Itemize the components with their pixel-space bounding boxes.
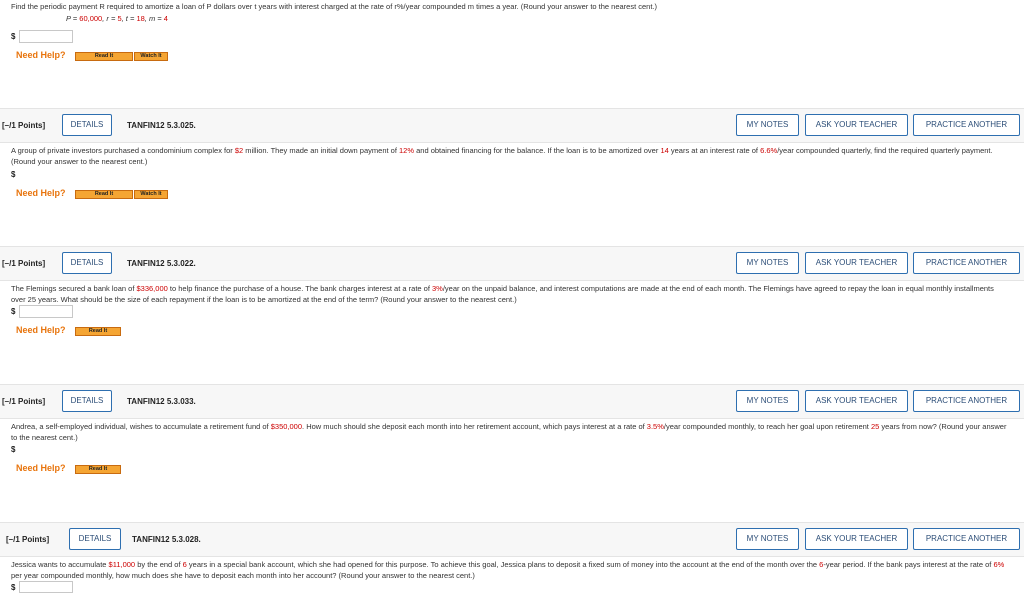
watch-it-button[interactable]: Watch It bbox=[134, 190, 168, 199]
question-text: Jessica wants to accumulate $11,000 by t… bbox=[11, 560, 1005, 580]
read-it-button[interactable]: Read It bbox=[75, 190, 133, 199]
ask-teacher-button[interactable]: ASK YOUR TEACHER bbox=[805, 252, 908, 274]
dollar-sign: $ bbox=[11, 170, 16, 179]
dollar-sign: $ bbox=[11, 445, 16, 454]
need-help-label: Need Help? bbox=[16, 188, 66, 198]
question-id: TANFIN12 5.3.022. bbox=[127, 259, 196, 268]
watch-it-button[interactable]: Watch It bbox=[134, 52, 168, 61]
my-notes-button[interactable]: MY NOTES bbox=[736, 528, 799, 550]
question-id: TANFIN12 5.3.028. bbox=[132, 535, 201, 544]
my-notes-button[interactable]: MY NOTES bbox=[736, 390, 799, 412]
question-header: [–/1 Points] DETAILS TANFIN12 5.3.025. M… bbox=[0, 108, 1024, 143]
dollar-sign: $ bbox=[11, 32, 16, 41]
points-label: [–/1 Points] bbox=[2, 397, 46, 406]
question-header: [–/1 Points] DETAILS TANFIN12 5.3.028. M… bbox=[0, 522, 1024, 557]
answer-input[interactable] bbox=[19, 581, 73, 593]
ask-teacher-button[interactable]: ASK YOUR TEACHER bbox=[805, 528, 908, 550]
dollar-sign: $ bbox=[11, 307, 16, 316]
ask-teacher-button[interactable]: ASK YOUR TEACHER bbox=[805, 390, 908, 412]
details-button[interactable]: DETAILS bbox=[69, 528, 121, 550]
dollar-sign: $ bbox=[11, 583, 16, 592]
question-header: [–/1 Points] DETAILS TANFIN12 5.3.022. M… bbox=[0, 246, 1024, 281]
points-label: [–/1 Points] bbox=[2, 259, 46, 268]
question-text: The Flemings secured a bank loan of $336… bbox=[11, 284, 994, 304]
answer-input[interactable] bbox=[19, 305, 73, 318]
practice-another-button[interactable]: PRACTICE ANOTHER bbox=[913, 114, 1020, 136]
need-help-label: Need Help? bbox=[16, 325, 66, 335]
my-notes-button[interactable]: MY NOTES bbox=[736, 114, 799, 136]
read-it-button[interactable]: Read It bbox=[75, 465, 121, 474]
question-text: A group of private investors purchased a… bbox=[11, 146, 993, 166]
read-it-button[interactable]: Read It bbox=[75, 327, 121, 336]
ask-teacher-button[interactable]: ASK YOUR TEACHER bbox=[805, 114, 908, 136]
details-button[interactable]: DETAILS bbox=[62, 390, 112, 412]
details-button[interactable]: DETAILS bbox=[62, 114, 112, 136]
answer-input[interactable] bbox=[19, 30, 73, 43]
question-text: Find the periodic payment R required to … bbox=[11, 2, 658, 11]
need-help-label: Need Help? bbox=[16, 463, 66, 473]
my-notes-button[interactable]: MY NOTES bbox=[736, 252, 799, 274]
practice-another-button[interactable]: PRACTICE ANOTHER bbox=[913, 390, 1020, 412]
points-label: [–/1 Points] bbox=[2, 121, 46, 130]
details-button[interactable]: DETAILS bbox=[62, 252, 112, 274]
read-it-button[interactable]: Read It bbox=[75, 52, 133, 61]
question-text: Andrea, a self-employed individual, wish… bbox=[11, 422, 1007, 442]
question-id: TANFIN12 5.3.033. bbox=[127, 397, 196, 406]
practice-another-button[interactable]: PRACTICE ANOTHER bbox=[913, 528, 1020, 550]
question-given-values: P = 60,000, r = 5, t = 18, m = 4 bbox=[66, 14, 168, 23]
need-help-label: Need Help? bbox=[16, 50, 66, 60]
question-header: [–/1 Points] DETAILS TANFIN12 5.3.033. M… bbox=[0, 384, 1024, 419]
practice-another-button[interactable]: PRACTICE ANOTHER bbox=[913, 252, 1020, 274]
question-id: TANFIN12 5.3.025. bbox=[127, 121, 196, 130]
points-label: [–/1 Points] bbox=[6, 535, 50, 544]
